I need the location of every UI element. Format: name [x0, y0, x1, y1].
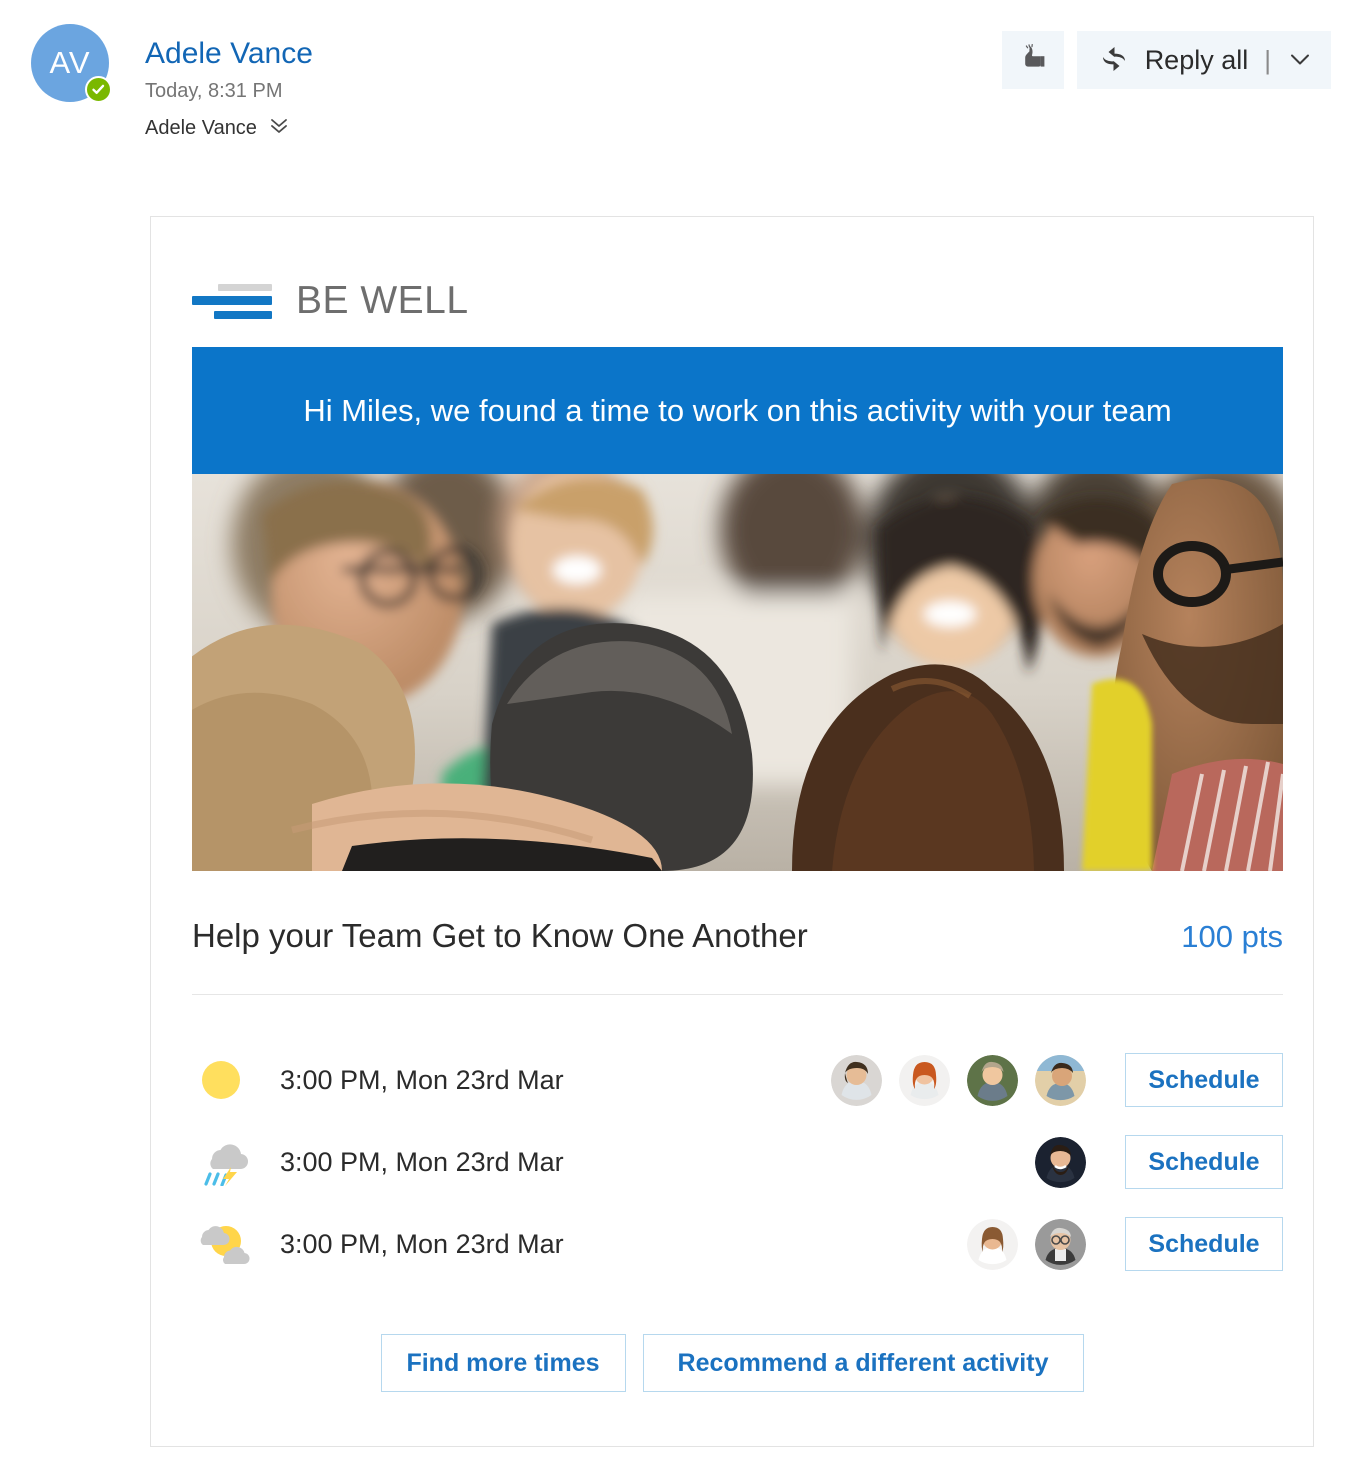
slot-time: 3:00 PM, Mon 23rd Mar [280, 1228, 564, 1259]
like-button[interactable] [1001, 31, 1064, 89]
message-actions: Reply all | [1001, 31, 1331, 89]
avatar[interactable] [831, 1054, 882, 1106]
avatar[interactable]: AV [31, 24, 112, 103]
available-check-icon [85, 76, 112, 103]
greeting-banner: Hi Miles, we found a time to work on thi… [192, 347, 1283, 474]
table-row: 3:00 PM, Mon 23rd Mar Schedule [192, 1121, 1283, 1203]
chevron-down-icon[interactable] [1287, 46, 1313, 75]
find-more-times-button[interactable]: Find more times [380, 1334, 626, 1392]
hero-image [192, 474, 1283, 871]
slot-time: 3:00 PM, Mon 23rd Mar [280, 1064, 564, 1095]
card-footer-actions: Find more times Recommend a different ac… [151, 1334, 1313, 1392]
chevron-double-down-icon[interactable] [268, 114, 290, 141]
reply-all-button[interactable]: Reply all | [1076, 31, 1331, 89]
logo-text: BE WELL [296, 279, 469, 322]
time-slot-list: 3:00 PM, Mon 23rd Mar Schedule 3:00 PM, … [192, 1039, 1283, 1285]
sunny-icon [192, 1057, 280, 1103]
avatar[interactable] [1035, 1054, 1086, 1106]
table-row: 3:00 PM, Mon 23rd Mar Schedule [192, 1203, 1283, 1285]
divider [192, 994, 1283, 995]
attendee-avatars [640, 1136, 1125, 1188]
sender-name[interactable]: Adele Vance [145, 36, 313, 72]
schedule-button[interactable]: Schedule [1125, 1217, 1283, 1271]
slot-time: 3:00 PM, Mon 23rd Mar [280, 1146, 564, 1177]
greeting-banner-text: Hi Miles, we found a time to work on thi… [303, 392, 1172, 428]
avatar[interactable] [1035, 1218, 1086, 1270]
points-badge: 100 pts [1181, 919, 1283, 954]
email-card: BE WELL Hi Miles, we found a time to wor… [150, 216, 1314, 1447]
reply-all-label: Reply all [1144, 44, 1249, 75]
page-title: Help your Team Get to Know One Another [192, 917, 808, 954]
message-timestamp: Today, 8:31 PM [145, 80, 283, 102]
partly-sunny-icon [192, 1221, 280, 1267]
activity-title-row: Help your Team Get to Know One Another 1… [192, 916, 1283, 957]
message-header: AV Adele Vance Today, 8:31 PM Adele Vanc… [0, 0, 1345, 170]
avatar[interactable] [899, 1054, 950, 1106]
schedule-button[interactable]: Schedule [1125, 1135, 1283, 1189]
recommend-activity-button[interactable]: Recommend a different activity [642, 1334, 1084, 1392]
attendee-avatars [640, 1218, 1125, 1270]
table-row: 3:00 PM, Mon 23rd Mar Schedule [192, 1039, 1283, 1121]
thunderstorm-rain-icon [192, 1138, 280, 1186]
sender-block: Adele Vance Today, 8:31 PM Adele Vance [145, 36, 313, 141]
avatar[interactable] [1035, 1136, 1086, 1188]
thumbs-up-icon [1017, 43, 1049, 77]
action-separator: | [1264, 44, 1271, 75]
avatar[interactable] [967, 1218, 1018, 1270]
attendee-avatars [640, 1054, 1125, 1106]
be-well-logo: BE WELL [192, 279, 469, 323]
schedule-button[interactable]: Schedule [1125, 1053, 1283, 1107]
avatar[interactable] [967, 1054, 1018, 1106]
recipient-name: Adele Vance [145, 116, 257, 139]
reply-all-icon [1097, 42, 1131, 79]
logo-bars-icon [192, 280, 272, 322]
recipient-row[interactable]: Adele Vance [145, 114, 313, 141]
